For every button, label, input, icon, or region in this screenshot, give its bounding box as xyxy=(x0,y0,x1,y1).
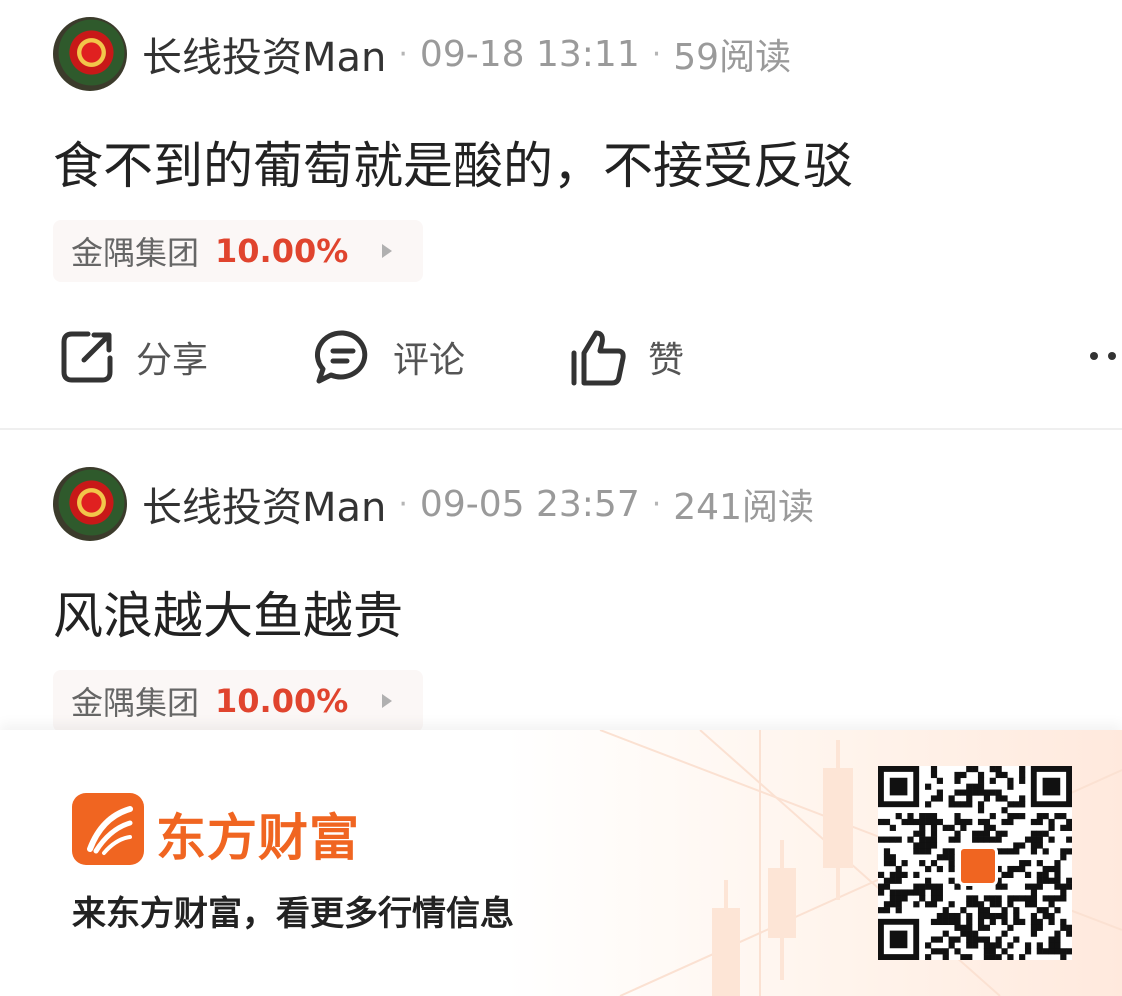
separator-dot: · xyxy=(398,36,408,72)
thumbs-up-icon xyxy=(568,327,628,387)
stock-name: 金隅集团 xyxy=(71,234,200,272)
stock-change: 10.00% xyxy=(215,232,349,270)
like-button[interactable]: 赞 xyxy=(568,322,684,392)
separator-dot: · xyxy=(651,36,662,72)
share-button[interactable]: 分享 xyxy=(58,322,208,392)
promo-banner[interactable]: 东方财富 来东方财富，看更多行情信息 xyxy=(0,730,1122,996)
slogan: 来东方财富，看更多行情信息 xyxy=(72,894,514,934)
qr-code[interactable] xyxy=(878,766,1072,960)
post-card[interactable]: 长线投资Man · 09-18 13:11 · 59阅读 食不到的葡萄就是酸的，… xyxy=(0,0,1122,428)
read-count: 241阅读 xyxy=(673,487,814,528)
more-icon[interactable] xyxy=(1090,352,1122,360)
stock-tag[interactable]: 金隅集团 10.00% xyxy=(53,670,423,732)
post-header: 长线投资Man · 09-18 13:11 · 59阅读 xyxy=(142,17,791,91)
post-content[interactable]: 食不到的葡萄就是酸的，不接受反驳 xyxy=(53,126,853,198)
brand-name: 东方财富 xyxy=(156,809,360,867)
share-icon xyxy=(58,328,116,386)
comment-button[interactable]: 评论 xyxy=(313,322,465,392)
post-content[interactable]: 风浪越大鱼越贵 xyxy=(53,576,403,648)
avatar[interactable] xyxy=(53,17,127,91)
post-header: 长线投资Man · 09-05 23:57 · 241阅读 xyxy=(142,467,814,541)
eastmoney-logo-icon xyxy=(958,846,998,886)
play-arrow-icon xyxy=(382,694,393,708)
eastmoney-logo-icon xyxy=(72,793,144,865)
stock-name: 金隅集团 xyxy=(71,684,200,722)
read-count: 59阅读 xyxy=(673,37,792,78)
comment-icon xyxy=(313,327,373,387)
username[interactable]: 长线投资Man xyxy=(142,475,386,533)
avatar[interactable] xyxy=(53,467,127,541)
action-bar: 分享 评论 赞 xyxy=(0,322,1122,392)
post-date: 09-18 13:11 xyxy=(419,33,640,75)
post-date: 09-05 23:57 xyxy=(419,483,640,525)
stock-tag[interactable]: 金隅集团 10.00% xyxy=(53,220,423,282)
separator-dot: · xyxy=(651,486,662,522)
play-arrow-icon xyxy=(382,244,393,258)
share-label: 分享 xyxy=(136,340,209,381)
username[interactable]: 长线投资Man xyxy=(142,25,386,83)
like-label: 赞 xyxy=(648,340,685,381)
stock-change: 10.00% xyxy=(215,682,349,720)
separator-dot: · xyxy=(398,486,408,522)
post-card[interactable]: 长线投资Man · 09-05 23:57 · 241阅读 风浪越大鱼越贵 金隅… xyxy=(0,430,1122,732)
comment-label: 评论 xyxy=(393,340,466,381)
